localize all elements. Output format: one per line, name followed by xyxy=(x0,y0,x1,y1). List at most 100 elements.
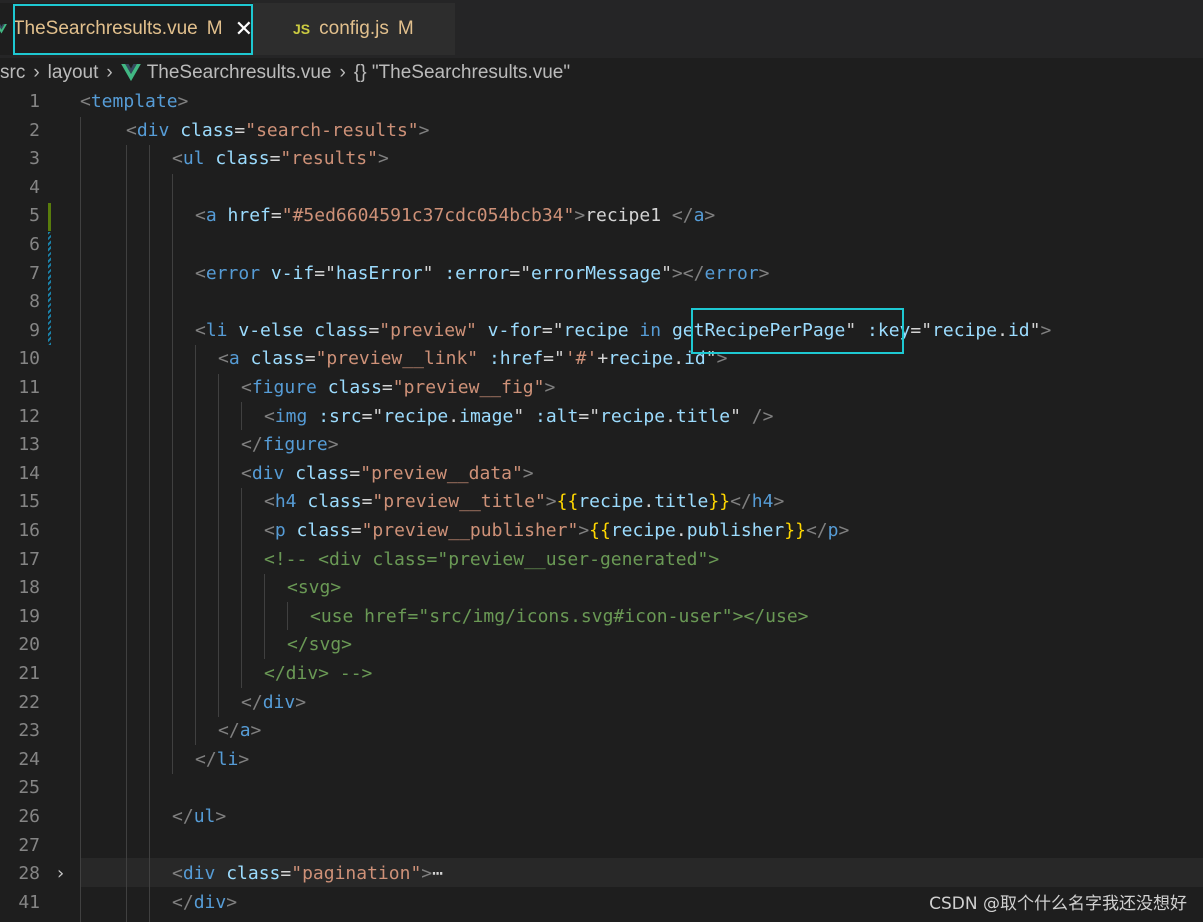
line-number: 20 xyxy=(18,634,40,656)
code-text: </div> xyxy=(241,691,307,713)
code-line: 6 xyxy=(0,231,1203,260)
line-number: 1 xyxy=(29,91,40,112)
chevron-right-icon: › xyxy=(106,62,113,83)
code-line: 22 </div> xyxy=(0,689,1203,718)
line-number: 23 xyxy=(18,720,40,742)
modified-indicator: M xyxy=(397,18,414,39)
code-line: 16 <p class="preview__publisher">{{recip… xyxy=(0,517,1203,546)
code-line: 21 </div> --> xyxy=(0,660,1203,689)
code-text: <li v-else class="preview" v-for="recipe… xyxy=(195,319,1052,341)
breadcrumb-item-src[interactable]: src xyxy=(0,62,25,84)
code-line: 12 <img :src="recipe.image" :alt="recipe… xyxy=(0,403,1203,432)
tab-thesearchresults-vue[interactable]: TheSearchresults.vue M ✕ xyxy=(0,3,253,55)
fold-chevron-icon[interactable]: › xyxy=(55,860,66,889)
code-line: 7 <error v-if="hasError" :error="errorMe… xyxy=(0,260,1203,289)
line-number: 41 xyxy=(18,891,40,913)
line-number: 19 xyxy=(18,605,40,627)
code-text: </ul> xyxy=(172,806,227,827)
line-number: 3 xyxy=(29,148,40,170)
line-number: 28 xyxy=(18,863,40,885)
js-file-icon: JS xyxy=(293,21,311,37)
vue-file-icon xyxy=(120,64,141,82)
code-text: <div class="preview__data"> xyxy=(241,462,534,484)
code-line: 20 </svg> xyxy=(0,631,1203,660)
code-line: 24 </li> xyxy=(0,746,1203,775)
breadcrumb-item-layout[interactable]: layout xyxy=(48,62,99,84)
code-text: <figure class="preview__fig"> xyxy=(241,377,556,398)
line-number: 27 xyxy=(18,834,40,856)
tab-config-js[interactable]: JS config.js M xyxy=(253,3,455,55)
line-number: 2 xyxy=(29,119,40,141)
code-text: <img :src="recipe.image" :alt="recipe.ti… xyxy=(264,405,774,427)
line-number: 21 xyxy=(18,663,40,684)
line-number: 16 xyxy=(18,520,40,541)
line-number: 10 xyxy=(18,348,40,370)
code-text: <p class="preview__publisher">{{recipe.p… xyxy=(264,520,850,541)
code-line: 13 </figure> xyxy=(0,431,1203,460)
chevron-right-icon: › xyxy=(339,62,346,83)
modified-indicator: M xyxy=(206,18,223,39)
breadcrumb-item-file[interactable]: TheSearchresults.vue xyxy=(147,62,332,84)
code-line: 3 <ul class="results"> xyxy=(0,145,1203,174)
code-text: <error v-if="hasError" :error="errorMess… xyxy=(195,262,770,284)
line-number: 13 xyxy=(18,434,40,456)
code-line: 2 <div class="search-results"> xyxy=(0,117,1203,146)
code-line: 18 <svg> xyxy=(0,574,1203,603)
code-comment: <svg> xyxy=(287,577,342,599)
folded-region-ellipsis[interactable]: ⋯ xyxy=(432,863,443,884)
line-number: 22 xyxy=(18,691,40,713)
code-editor[interactable]: 1 <template> 2 <div class="search-result… xyxy=(0,88,1203,922)
highlighted-token: getRecipePerPage xyxy=(671,319,846,341)
line-number: 6 xyxy=(29,234,40,255)
code-text: <div class="search-results"> xyxy=(126,119,430,141)
breadcrumb-item-symbol[interactable]: {} "TheSearchresults.vue" xyxy=(354,62,570,84)
code-text: </figure> xyxy=(241,434,339,456)
code-line: 19 <use href="src/img/icons.svg#icon-use… xyxy=(0,603,1203,632)
line-number: 4 xyxy=(29,176,40,198)
line-number: 17 xyxy=(18,548,40,570)
editor-tab-bar: TheSearchresults.vue M ✕ JS config.js M xyxy=(0,0,1203,58)
code-text: <a href="#5ed6604591c37cdc054bcb34">reci… xyxy=(195,205,716,227)
code-line: 1 <template> xyxy=(0,88,1203,117)
line-number: 26 xyxy=(18,806,40,827)
code-comment: <use href="src/img/icons.svg#icon-user">… xyxy=(310,605,809,627)
line-number: 9 xyxy=(29,319,40,341)
line-number: 25 xyxy=(18,777,40,799)
line-number: 7 xyxy=(29,262,40,284)
code-line: 23 </a> xyxy=(0,717,1203,746)
code-line: 27 xyxy=(0,832,1203,861)
close-icon[interactable]: ✕ xyxy=(235,16,253,42)
code-comment: </div> --> xyxy=(264,663,373,684)
tab-filename: TheSearchresults.vue xyxy=(12,18,198,39)
line-number: 8 xyxy=(29,291,40,313)
watermark: CSDN @取个什么名字我还没想好 xyxy=(929,894,1187,914)
code-text: </a> xyxy=(218,720,262,742)
code-text: <h4 class="preview__title">{{recipe.titl… xyxy=(264,491,785,513)
code-line: 11 <figure class="preview__fig"> xyxy=(0,374,1203,403)
code-line: 28 › <div class="pagination">⋯ xyxy=(0,860,1203,889)
code-text: <div class="pagination">⋯ xyxy=(172,863,443,885)
code-comment: </svg> xyxy=(287,634,353,656)
line-number: 15 xyxy=(18,491,40,513)
code-text: </div> xyxy=(172,891,238,913)
line-number: 24 xyxy=(18,748,40,770)
code-line: 9 <li v-else class="preview" v-for="reci… xyxy=(0,317,1203,346)
code-text: <ul class="results"> xyxy=(172,148,389,170)
line-number: 12 xyxy=(18,405,40,427)
code-text: <template> xyxy=(80,91,189,112)
code-line: 5 <a href="#5ed6604591c37cdc054bcb34">re… xyxy=(0,202,1203,231)
code-line: 25 xyxy=(0,774,1203,803)
line-number: 11 xyxy=(18,377,40,398)
chevron-right-icon: › xyxy=(33,62,40,83)
code-comment: <!-- <div class="preview__user-generated… xyxy=(264,548,720,570)
line-number: 18 xyxy=(18,577,40,599)
code-line: 26 </ul> xyxy=(0,803,1203,832)
line-number: 5 xyxy=(29,205,40,227)
code-line: 17 <!-- <div class="preview__user-genera… xyxy=(0,546,1203,575)
line-number: 14 xyxy=(18,462,40,484)
code-line: 8 xyxy=(0,288,1203,317)
code-text: </li> xyxy=(195,748,250,770)
code-text: <a class="preview__link" :href="'#'+reci… xyxy=(218,348,728,370)
breadcrumb: src › layout › TheSearchresults.vue › {}… xyxy=(0,58,1203,88)
tab-filename: config.js xyxy=(319,18,389,39)
